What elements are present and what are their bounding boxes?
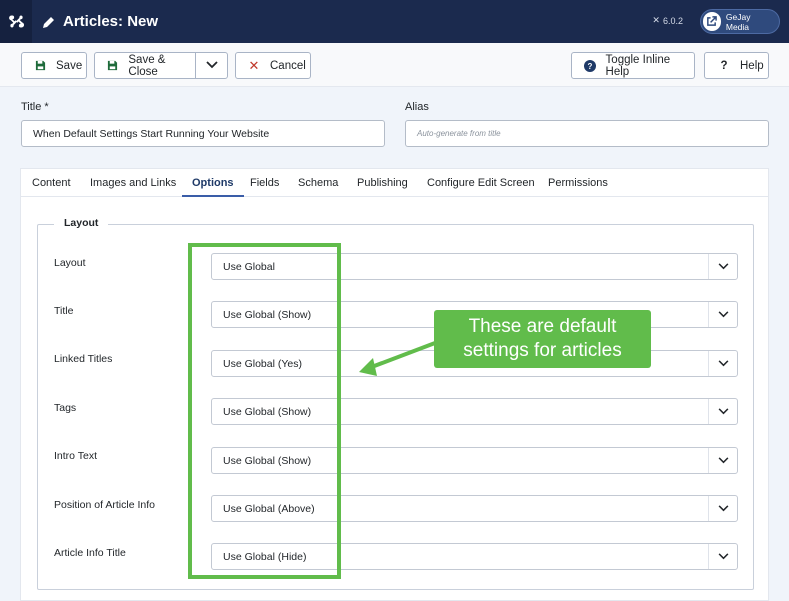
top-header: Articles: New ✕ 6.0.2 GeJay Media bbox=[0, 0, 789, 43]
save-button[interactable]: Save bbox=[21, 52, 87, 79]
tab-publishing[interactable]: Publishing bbox=[357, 169, 408, 197]
external-link-icon bbox=[703, 12, 721, 31]
intro-text-label: Intro Text bbox=[54, 450, 97, 462]
chevron-down-icon bbox=[708, 254, 737, 279]
question-circle-icon: ? bbox=[583, 59, 597, 72]
toolbar: Save Save & Close ✕ Cancel ? Toggle Inli… bbox=[0, 43, 789, 87]
tags-label: Tags bbox=[54, 402, 77, 414]
joomla-small-icon: ✕ bbox=[652, 15, 660, 25]
tab-bar: Content Images and Links Options Fields … bbox=[21, 169, 768, 197]
toggle-inline-help-button[interactable]: ? Toggle Inline Help bbox=[571, 52, 695, 79]
title-input[interactable]: When Default Settings Start Running Your… bbox=[21, 120, 385, 147]
tab-images-links[interactable]: Images and Links bbox=[90, 169, 176, 197]
site-link-button[interactable]: GeJay Media bbox=[700, 9, 780, 34]
layout-label: Layout bbox=[54, 257, 86, 269]
save-icon bbox=[33, 60, 47, 71]
chevron-down-icon bbox=[708, 544, 737, 569]
alias-label: Alias bbox=[405, 101, 429, 113]
save-options-dropdown[interactable] bbox=[195, 52, 228, 79]
editor-panel: Content Images and Links Options Fields … bbox=[20, 168, 769, 601]
chevron-down-icon bbox=[708, 496, 737, 521]
question-icon: ? bbox=[720, 59, 728, 72]
highlight-box bbox=[188, 243, 341, 579]
tab-configure-edit-screen[interactable]: Configure Edit Screen bbox=[427, 169, 535, 197]
position-article-info-label: Position of Article Info bbox=[54, 499, 155, 511]
site-name: GeJay Media bbox=[725, 11, 751, 32]
svg-text:?: ? bbox=[587, 62, 592, 71]
version-number: 6.0.2 bbox=[662, 15, 683, 26]
chevron-down-icon bbox=[708, 351, 737, 376]
tab-content[interactable]: Content bbox=[32, 169, 71, 197]
chevron-down-icon bbox=[708, 302, 737, 327]
alias-input[interactable]: Auto-generate from title bbox=[405, 120, 769, 147]
tab-fields[interactable]: Fields bbox=[250, 169, 279, 197]
chevron-down-icon bbox=[708, 399, 737, 424]
version-badge: ✕ 6.0.2 bbox=[652, 15, 683, 26]
tab-schema[interactable]: Schema bbox=[298, 169, 338, 197]
chevron-down-icon bbox=[205, 60, 218, 72]
article-info-title-label: Article Info Title bbox=[54, 547, 126, 559]
callout-line-2: settings for articles bbox=[463, 340, 622, 361]
pencil-icon bbox=[40, 15, 58, 29]
save-icon bbox=[106, 60, 119, 71]
joomla-logo-icon[interactable] bbox=[0, 0, 32, 43]
linked-titles-label: Linked Titles bbox=[54, 353, 113, 365]
annotation-callout: These are default settings for articles bbox=[434, 310, 651, 368]
fieldset-legend: Layout bbox=[54, 217, 109, 229]
page-title: Articles: New bbox=[63, 13, 159, 30]
page-heading: Articles: New bbox=[40, 13, 158, 30]
chevron-down-icon bbox=[708, 448, 737, 473]
callout-line-1: These are default bbox=[468, 316, 617, 337]
annotation-arrow-icon bbox=[359, 341, 436, 376]
layout-fieldset: Layout Layout Use Global Title Use Globa… bbox=[37, 217, 754, 590]
title-option-label: Title bbox=[54, 305, 74, 317]
close-icon: ✕ bbox=[248, 57, 260, 73]
title-label: Title * bbox=[21, 101, 49, 113]
tab-options[interactable]: Options bbox=[182, 169, 244, 197]
help-button[interactable]: ? Help bbox=[704, 52, 769, 79]
cancel-button[interactable]: ✕ Cancel bbox=[235, 52, 311, 79]
tab-permissions[interactable]: Permissions bbox=[548, 169, 608, 197]
save-close-button[interactable]: Save & Close bbox=[94, 52, 196, 79]
